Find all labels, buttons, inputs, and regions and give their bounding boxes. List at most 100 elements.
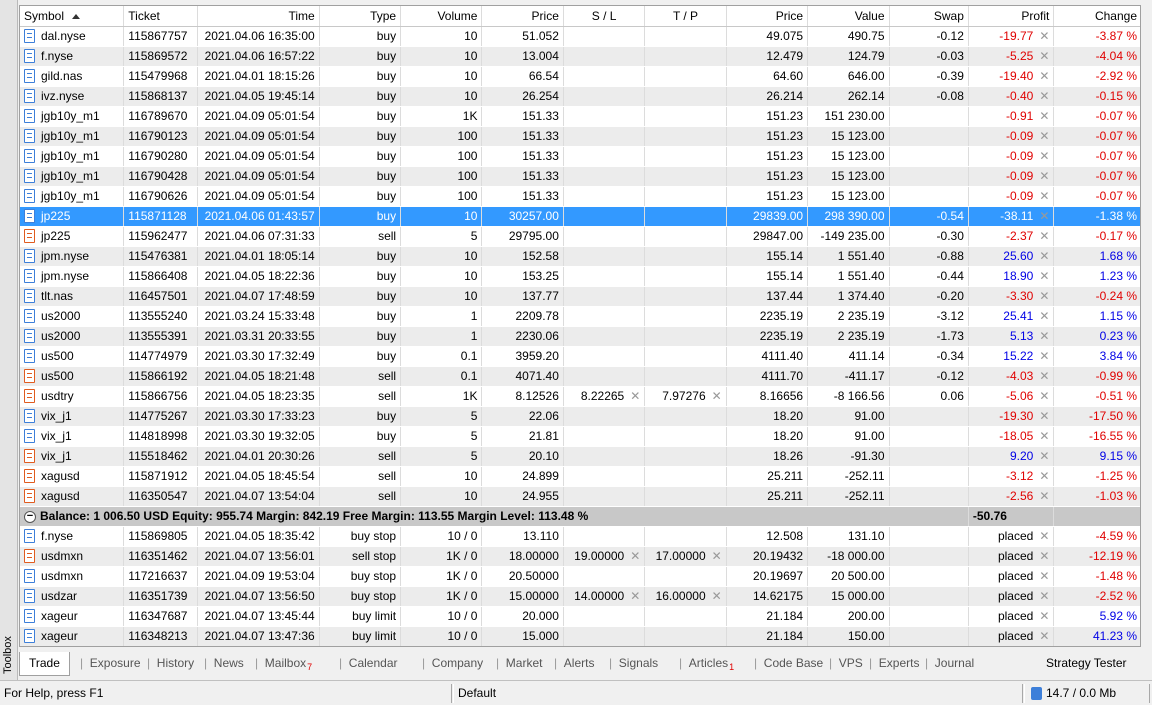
cell-tp[interactable] xyxy=(644,226,727,247)
cell-sl[interactable] xyxy=(563,166,646,187)
order-row[interactable]: xageur 116347687 2021.04.07 13:45:44 buy… xyxy=(20,606,1140,627)
cell-tp[interactable] xyxy=(644,126,727,147)
cell-sl[interactable] xyxy=(563,526,646,547)
position-row[interactable]: jpm.nyse 115476381 2021.04.01 18:05:14 b… xyxy=(20,246,1140,267)
col-ticket[interactable]: Ticket xyxy=(123,6,198,27)
col-tp[interactable]: T / P xyxy=(644,6,727,27)
cell-tp[interactable] xyxy=(644,626,727,646)
cell-tp[interactable] xyxy=(644,66,727,87)
close-position-icon[interactable]: ✕ xyxy=(1039,469,1049,483)
col-time[interactable]: Time xyxy=(197,6,320,27)
cell-sl[interactable] xyxy=(563,66,646,87)
close-position-icon[interactable]: ✕ xyxy=(1039,349,1049,363)
tab-history[interactable]: | History xyxy=(147,652,194,676)
cell-sl[interactable] xyxy=(563,126,646,147)
cell-tp[interactable] xyxy=(644,246,727,267)
balance-row[interactable]: − Balance: 1 006.50 USD Equity: 955.74 Ma… xyxy=(20,506,1140,527)
cell-tp[interactable] xyxy=(644,286,727,307)
close-position-icon[interactable]: ✕ xyxy=(1039,229,1049,243)
remove-tp-icon[interactable]: ✕ xyxy=(712,389,722,403)
cell-tp[interactable] xyxy=(644,146,727,167)
close-position-icon[interactable]: ✕ xyxy=(1039,389,1049,403)
tab-market[interactable]: | Market xyxy=(496,652,542,676)
close-position-icon[interactable]: ✕ xyxy=(1039,309,1049,323)
cell-tp[interactable] xyxy=(644,406,727,427)
position-row[interactable]: us2000 113555240 2021.03.24 15:33:48 buy… xyxy=(20,306,1140,327)
tab-calendar[interactable]: | Calendar xyxy=(339,652,398,676)
col-profit[interactable]: Profit xyxy=(968,6,1055,27)
remove-tp-icon[interactable]: ✕ xyxy=(712,589,722,603)
tab-mailbox[interactable]: | Mailbox7 xyxy=(255,652,312,676)
cell-tp[interactable]: 17.00000 ✕ xyxy=(644,546,727,567)
col-change[interactable]: Change xyxy=(1053,6,1140,27)
cell-tp[interactable] xyxy=(644,326,727,347)
remove-sl-icon[interactable]: ✕ xyxy=(630,589,640,603)
close-position-icon[interactable]: ✕ xyxy=(1039,149,1049,163)
close-position-icon[interactable]: ✕ xyxy=(1039,209,1049,223)
position-row[interactable]: vix_j1 114818998 2021.03.30 19:32:05 buy… xyxy=(20,426,1140,447)
close-position-icon[interactable]: ✕ xyxy=(1039,249,1049,263)
close-position-icon[interactable]: ✕ xyxy=(1039,409,1049,423)
tab-strategy-tester[interactable]: Strategy Tester xyxy=(1046,652,1126,676)
order-row[interactable]: xageur 116348213 2021.04.07 13:47:36 buy… xyxy=(20,626,1140,646)
position-row[interactable]: jp225 115962477 2021.04.06 07:31:33 sell… xyxy=(20,226,1140,247)
remove-sl-icon[interactable]: ✕ xyxy=(630,389,640,403)
cell-tp[interactable] xyxy=(644,166,727,187)
position-row[interactable]: usdtry 115866756 2021.04.05 18:23:35 sel… xyxy=(20,386,1140,407)
cell-tp[interactable] xyxy=(644,426,727,447)
cell-tp[interactable]: 16.00000 ✕ xyxy=(644,586,727,607)
position-row[interactable]: jgb10y_m1 116790280 2021.04.09 05:01:54 … xyxy=(20,146,1140,167)
cell-tp[interactable] xyxy=(644,86,727,107)
close-position-icon[interactable]: ✕ xyxy=(1039,329,1049,343)
cell-tp[interactable] xyxy=(644,186,727,207)
collapse-icon[interactable]: − xyxy=(24,510,36,523)
col-volume[interactable]: Volume xyxy=(400,6,483,27)
trade-table[interactable]: Symbol Ticket Time Type Volume Price S /… xyxy=(19,5,1141,647)
tab-exposure[interactable]: | Exposure xyxy=(80,652,141,676)
order-row[interactable]: f.nyse 115869805 2021.04.05 18:35:42 buy… xyxy=(20,526,1140,547)
col-price[interactable]: Price xyxy=(481,6,564,27)
col-type[interactable]: Type xyxy=(319,6,402,27)
cell-sl[interactable] xyxy=(563,106,646,127)
close-position-icon[interactable]: ✕ xyxy=(1039,169,1049,183)
close-position-icon[interactable]: ✕ xyxy=(1039,269,1049,283)
position-row[interactable]: jp225 115871128 2021.04.06 01:43:57 buy … xyxy=(20,206,1140,227)
cell-sl[interactable] xyxy=(563,446,646,467)
position-row[interactable]: vix_j1 115518462 2021.04.01 20:30:26 sel… xyxy=(20,446,1140,467)
col-current-price[interactable]: Price xyxy=(726,6,809,27)
cell-sl[interactable] xyxy=(563,366,646,387)
position-row[interactable]: xagusd 116350547 2021.04.07 13:54:04 sel… xyxy=(20,486,1140,507)
order-row[interactable]: usdmxn 117216637 2021.04.09 19:53:04 buy… xyxy=(20,566,1140,587)
cell-sl[interactable]: 19.00000 ✕ xyxy=(563,546,646,567)
col-sl[interactable]: S / L xyxy=(563,6,646,27)
order-row[interactable]: usdmxn 116351462 2021.04.07 13:56:01 sel… xyxy=(20,546,1140,567)
col-symbol[interactable]: Symbol xyxy=(20,6,125,27)
cell-sl[interactable] xyxy=(563,226,646,247)
tab-articles[interactable]: | Articles1 xyxy=(679,652,734,676)
cell-sl[interactable] xyxy=(563,606,646,627)
cell-sl[interactable] xyxy=(563,286,646,307)
cell-sl[interactable] xyxy=(563,186,646,207)
position-row[interactable]: us500 115866192 2021.04.05 18:21:48 sell… xyxy=(20,366,1140,387)
cell-tp[interactable] xyxy=(644,46,727,67)
cell-sl[interactable] xyxy=(563,626,646,646)
position-row[interactable]: dal.nyse 115867757 2021.04.06 16:35:00 b… xyxy=(20,26,1140,47)
col-value[interactable]: Value xyxy=(807,6,890,27)
status-profile[interactable]: Default xyxy=(453,684,1023,703)
close-position-icon[interactable]: ✕ xyxy=(1039,489,1049,503)
cell-sl[interactable] xyxy=(563,266,646,287)
col-swap[interactable]: Swap xyxy=(889,6,969,27)
cell-sl[interactable] xyxy=(563,406,646,427)
position-row[interactable]: vix_j1 114775267 2021.03.30 17:33:23 buy… xyxy=(20,406,1140,427)
cell-sl[interactable] xyxy=(563,486,646,507)
tab-company[interactable]: | Company xyxy=(422,652,483,676)
tab-experts[interactable]: | Experts xyxy=(869,652,919,676)
close-position-icon[interactable]: ✕ xyxy=(1039,89,1049,103)
close-position-icon[interactable]: ✕ xyxy=(1039,569,1049,583)
cell-sl[interactable] xyxy=(563,466,646,487)
close-position-icon[interactable]: ✕ xyxy=(1039,49,1049,63)
close-position-icon[interactable]: ✕ xyxy=(1039,29,1049,43)
cell-tp[interactable] xyxy=(644,106,727,127)
close-position-icon[interactable]: ✕ xyxy=(1039,189,1049,203)
tab-code-base[interactable]: | Code Base xyxy=(754,652,823,676)
